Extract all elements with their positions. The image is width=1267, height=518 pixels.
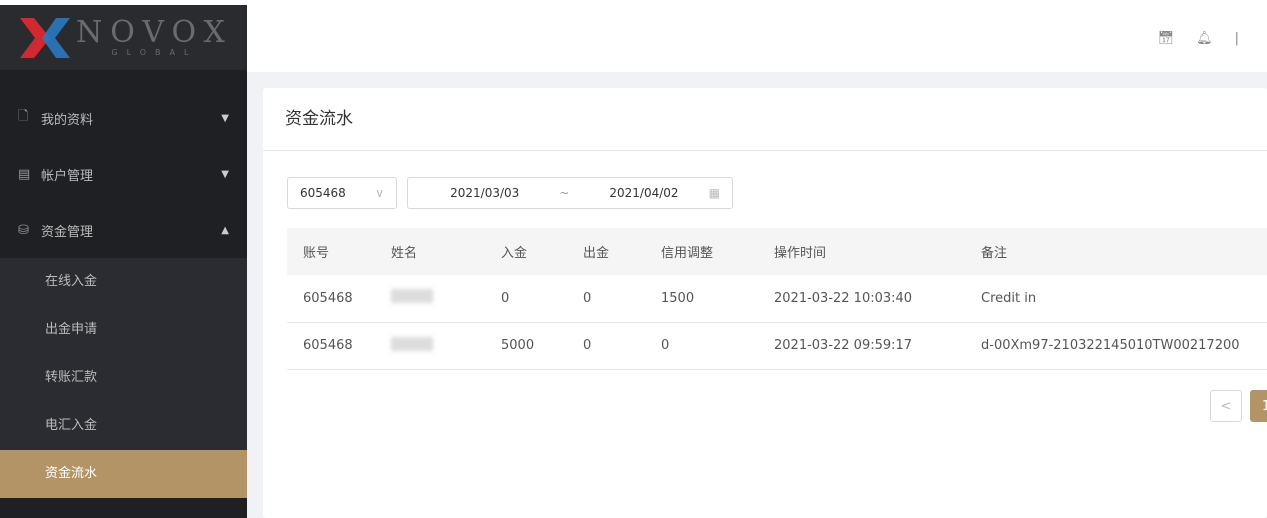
account-value: 605468 bbox=[300, 186, 346, 200]
col-time: 操作时间 bbox=[758, 228, 965, 275]
label: 资金管理 bbox=[41, 224, 94, 240]
cell: Credit in bbox=[965, 275, 1267, 323]
col-withdraw: 出金 bbox=[567, 228, 645, 275]
content-card: 资金流水 605468 ∨ 2021/03/03 ~ 2021/04/02 ▦ 账… bbox=[263, 88, 1267, 518]
calendar-icon: ▦ bbox=[708, 186, 720, 200]
sidebar-subitem-wire[interactable]: 电汇入金 bbox=[0, 402, 247, 450]
profile-icon: ▤ bbox=[18, 166, 31, 182]
cell: 0 bbox=[645, 322, 758, 370]
sidebar-item-funds[interactable]: ⛁ 资金管理 ▲ bbox=[0, 202, 247, 258]
bell-icon[interactable]: 🔔︎ bbox=[1196, 31, 1213, 46]
logo-mark-icon bbox=[20, 17, 70, 58]
sidebar: NOVOX GLOBAL 🗋 我的资料 ▼ ▤ 帐户管理 ▼ ⛁ 资金管理 ▲ 在线入金 出金… bbox=[0, 5, 247, 518]
page-button-current[interactable]: 1 bbox=[1250, 390, 1267, 422]
col-account: 账号 bbox=[287, 228, 375, 275]
chevron-down-icon: ▼ bbox=[221, 112, 229, 124]
file-icon: 🗋 bbox=[18, 109, 29, 124]
chevron-down-icon: ∨ bbox=[375, 186, 384, 200]
prev-page-button[interactable]: < bbox=[1210, 390, 1242, 422]
sidebar-subitem-withdraw[interactable]: 出金申请 bbox=[0, 306, 247, 354]
start-date[interactable]: 2021/03/03 bbox=[420, 186, 549, 200]
pagination: < 1 bbox=[1210, 390, 1267, 422]
chevron-up-icon: ▲ bbox=[221, 224, 229, 236]
cell: 605468 bbox=[287, 275, 375, 323]
logo: NOVOX GLOBAL bbox=[0, 5, 247, 70]
sidebar-subitem-flow[interactable]: 资金流水 bbox=[0, 450, 247, 498]
range-separator: ~ bbox=[559, 186, 570, 200]
submenu: 在线入金 出金申请 转账汇款 电汇入金 资金流水 bbox=[0, 258, 247, 498]
cell: 0 bbox=[567, 322, 645, 370]
calendar-icon[interactable]: 📅︎ bbox=[1158, 31, 1175, 46]
header: 📅︎ 🔔︎ | bbox=[247, 5, 1267, 72]
sidebar-subitem-transfer[interactable]: 转账汇款 bbox=[0, 354, 247, 402]
main: 资金流水 605468 ∨ 2021/03/03 ~ 2021/04/02 ▦ 账… bbox=[247, 72, 1267, 518]
page-title: 资金流水 bbox=[263, 88, 1267, 151]
col-deposit: 入金 bbox=[485, 228, 567, 275]
cell: 1500 bbox=[645, 275, 758, 323]
cell: 605468 bbox=[287, 322, 375, 370]
divider: | bbox=[1234, 31, 1239, 46]
label: 帐户管理 bbox=[41, 168, 94, 184]
col-credit: 信用调整 bbox=[645, 228, 758, 275]
sidebar-item-account[interactable]: ▤ 帐户管理 ▼ bbox=[0, 146, 247, 202]
flow-table: 账号 姓名 入金 出金 信用调整 操作时间 备注 605468 0 0 1500… bbox=[287, 228, 1267, 370]
account-select[interactable]: 605468 ∨ bbox=[287, 177, 397, 209]
label: 我的资料 bbox=[41, 112, 94, 128]
cell: 0 bbox=[485, 275, 567, 323]
cell: 0 bbox=[567, 275, 645, 323]
cell: 5000 bbox=[485, 322, 567, 370]
date-range-picker[interactable]: 2021/03/03 ~ 2021/04/02 ▦ bbox=[407, 177, 733, 209]
cell: 2021-03-22 10:03:40 bbox=[758, 275, 965, 323]
col-remark: 备注 bbox=[965, 228, 1267, 275]
sidebar-item-profile[interactable]: 🗋 我的资料 ▼ bbox=[0, 90, 247, 146]
table-row: 605468 5000 0 0 2021-03-22 09:59:17 d-00… bbox=[287, 322, 1267, 370]
col-name: 姓名 bbox=[375, 228, 485, 275]
cell-name-redacted bbox=[375, 275, 485, 323]
chevron-down-icon: ▼ bbox=[221, 168, 229, 180]
sidebar-subitem-deposit[interactable]: 在线入金 bbox=[0, 258, 247, 306]
end-date[interactable]: 2021/04/02 bbox=[579, 186, 708, 200]
cell: 2021-03-22 09:59:17 bbox=[758, 322, 965, 370]
cell-name-redacted bbox=[375, 322, 485, 370]
cell: d-00Xm97-210322145010TW00217200 bbox=[965, 322, 1267, 370]
logo-name: NOVOX bbox=[76, 14, 233, 50]
table-row: 605468 0 0 1500 2021-03-22 10:03:40 Cred… bbox=[287, 275, 1267, 323]
database-icon: ⛁ bbox=[18, 222, 29, 238]
